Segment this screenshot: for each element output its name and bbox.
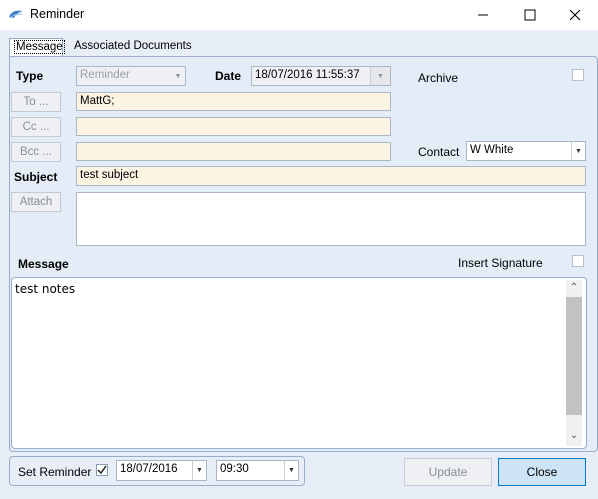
- message-label: Message: [18, 257, 69, 271]
- chevron-down-icon: ▼: [571, 142, 585, 160]
- set-reminder-label: Set Reminder: [18, 465, 92, 479]
- reminder-date-picker[interactable]: 18/07/2016 ▼: [116, 460, 207, 481]
- close-button[interactable]: Close: [498, 458, 586, 486]
- message-body-text: test notes: [15, 282, 76, 296]
- archive-label: Archive: [418, 71, 459, 85]
- update-button[interactable]: Update: [404, 458, 492, 486]
- tab-associated-documents-label: Associated Documents: [74, 40, 192, 52]
- insert-signature-checkbox[interactable]: [572, 255, 584, 267]
- checkmark-icon: [97, 465, 107, 475]
- to-button[interactable]: To ...: [11, 92, 61, 112]
- scrollbar-thumb[interactable]: [566, 297, 582, 415]
- type-label: Type: [16, 69, 44, 83]
- cc-button[interactable]: Cc ...: [11, 117, 61, 137]
- bcc-field[interactable]: [76, 142, 391, 161]
- tab-associated-documents[interactable]: Associated Documents: [70, 38, 196, 56]
- type-select[interactable]: Reminder ▼: [76, 66, 186, 86]
- message-body-field[interactable]: [11, 277, 587, 449]
- tab-message-label: Message: [14, 40, 65, 54]
- date-picker-value: 18/07/2016 11:55:37: [255, 69, 360, 81]
- app-icon: [9, 10, 23, 19]
- to-field[interactable]: MattG;: [76, 92, 391, 111]
- reminder-date-value: 18/07/2016: [120, 463, 178, 475]
- bcc-button[interactable]: Bcc ...: [11, 142, 61, 162]
- reminder-time-value: 09:30: [220, 463, 249, 475]
- close-icon[interactable]: [552, 0, 598, 30]
- date-label: Date: [215, 69, 242, 83]
- archive-checkbox[interactable]: [572, 69, 584, 81]
- scroll-down-icon[interactable]: ⌄: [566, 430, 582, 444]
- set-reminder-checkbox[interactable]: [96, 464, 108, 476]
- scroll-up-icon[interactable]: ⌃: [566, 282, 582, 296]
- date-picker[interactable]: 18/07/2016 11:55:37 ▼: [251, 66, 391, 86]
- attachments-list[interactable]: [76, 192, 586, 246]
- minimize-icon[interactable]: [460, 0, 506, 30]
- contact-select-value: W White: [470, 144, 514, 156]
- subject-label: Subject: [14, 170, 58, 184]
- chevron-down-icon: ▼: [192, 461, 206, 480]
- maximize-icon[interactable]: [507, 0, 553, 30]
- type-select-value: Reminder: [80, 69, 130, 81]
- contact-label: Contact: [418, 145, 460, 159]
- chevron-down-icon: ▼: [370, 67, 390, 85]
- attach-button[interactable]: Attach: [11, 192, 61, 212]
- insert-signature-label: Insert Signature: [458, 256, 543, 270]
- tab-message[interactable]: Message: [9, 38, 65, 56]
- chevron-down-icon: ▼: [284, 461, 298, 480]
- reminder-time-picker[interactable]: 09:30 ▼: [216, 460, 299, 481]
- chevron-down-icon: ▼: [174, 72, 182, 80]
- subject-field[interactable]: test subject: [76, 166, 586, 186]
- cc-field[interactable]: [76, 117, 391, 136]
- contact-select[interactable]: W White ▼: [466, 141, 586, 161]
- window-title: Reminder: [30, 7, 85, 21]
